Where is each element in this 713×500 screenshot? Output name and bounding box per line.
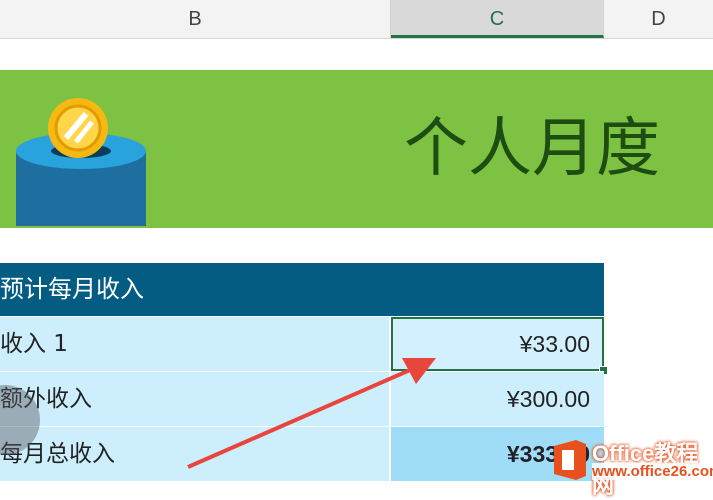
watermark-url: www.office26.com [592, 463, 713, 480]
watermark: Office教程网 www.office26.com [548, 432, 713, 498]
red-arrow-annotation [187, 358, 436, 469]
office-logo-icon [554, 440, 586, 480]
